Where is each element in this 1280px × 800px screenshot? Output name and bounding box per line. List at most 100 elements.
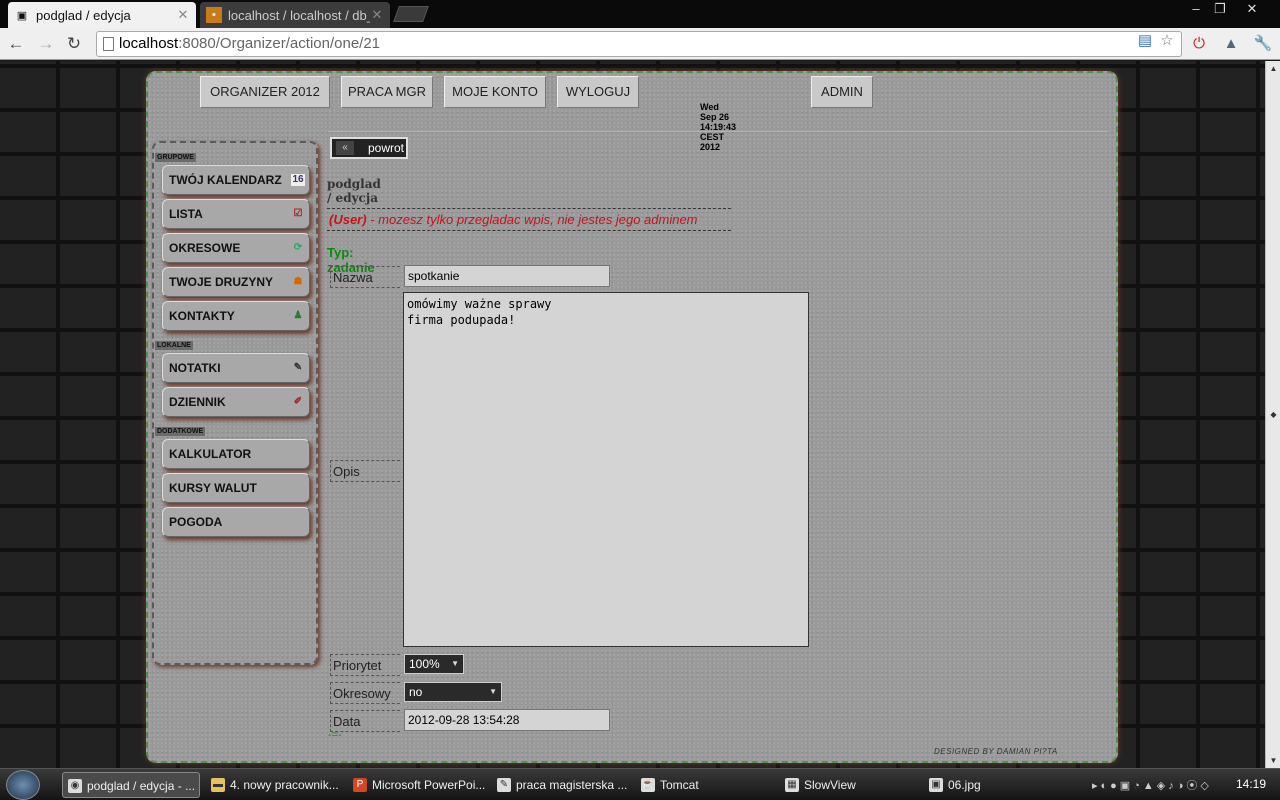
task-label: SlowView xyxy=(804,778,856,792)
sidebar-item-dziennik[interactable]: DZIENNIK ✐ xyxy=(162,387,310,417)
opis-textarea[interactable]: omówimy ważne sprawy firma podupada! xyxy=(403,292,809,647)
recurring-icon: ⟳ xyxy=(293,242,303,253)
sidebar-item-label: TWOJE DRUZYNY xyxy=(169,275,274,289)
nav-organizer-2012[interactable]: ORGANIZER 2012 xyxy=(200,76,330,108)
sidebar-item-lista[interactable]: LISTA ☑ xyxy=(162,199,310,229)
back-button[interactable]: « powrot xyxy=(330,137,408,159)
sidebar-item-pogoda[interactable]: POGODA xyxy=(162,507,310,537)
bookmark-star-icon[interactable]: ☆ xyxy=(1158,32,1176,50)
scroll-thumb-icon[interactable]: ◆ xyxy=(1266,407,1280,422)
chrome-icon: ◉ xyxy=(68,779,82,793)
tab-strip: ▣ podglad / edycja ✕ ▪ localhost / local… xyxy=(0,0,1280,28)
tab-title: localhost / localhost / db_ xyxy=(228,7,370,23)
permission-warning: (User) - mozesz tylko przegladac wpis, n… xyxy=(327,208,731,231)
taskbar-item-image[interactable]: ▣ 06.jpg xyxy=(924,772,1062,798)
nav-moje-konto[interactable]: MOJE KONTO xyxy=(444,76,546,108)
sidebar-item-label: KURSY WALUT xyxy=(169,481,257,495)
reload-icon[interactable]: ↻ xyxy=(62,32,86,56)
system-tray[interactable]: ▸◐●▣◔▲◈♪◑⦿◇ xyxy=(1092,777,1232,793)
warning-role: (User) xyxy=(329,212,367,227)
taskbar: ◉ podglad / edycja - ... ▬ 4. nowy praco… xyxy=(0,768,1280,800)
sidebar-item-label: DZIENNIK xyxy=(169,395,226,409)
sidebar: GRUPOWE TWÓJ KALENDARZ 16 LISTA ☑ OKRESO… xyxy=(152,141,318,665)
sidebar-item-label: KALKULATOR xyxy=(169,447,252,461)
sidebar-item-label: OKRESOWE xyxy=(169,241,241,255)
page-favicon-icon: ▣ xyxy=(16,9,28,22)
image-viewer-icon: ▣ xyxy=(929,778,943,792)
taskbar-item-explorer[interactable]: ▬ 4. nowy pracownik... xyxy=(206,772,344,798)
priorytet-value: 100% xyxy=(409,657,440,671)
nav-admin[interactable]: ADMIN xyxy=(811,76,873,108)
close-tab-icon[interactable]: ✕ xyxy=(370,7,384,23)
task-label: Microsoft PowerPoi... xyxy=(372,778,486,792)
taskbar-item-powerpoint[interactable]: P Microsoft PowerPoi... xyxy=(348,772,486,798)
scroll-up-icon[interactable]: ▲ xyxy=(1266,61,1280,76)
taskbar-item-chrome[interactable]: ◉ podglad / edycja - ... xyxy=(62,772,200,798)
sidebar-item-kursy-walut[interactable]: KURSY WALUT xyxy=(162,473,310,503)
diary-icon: ✐ xyxy=(293,396,303,407)
divider xyxy=(328,131,1108,132)
java-icon: ☕ xyxy=(641,778,655,792)
sidebar-item-druzyny[interactable]: TWOJE DRUZYNY ☗ xyxy=(162,267,310,297)
sidebar-item-kontakty[interactable]: KONTAKTY ♟ xyxy=(162,301,310,331)
scroll-down-icon[interactable]: ▼ xyxy=(1266,753,1280,768)
contacts-icon: ♟ xyxy=(293,310,303,321)
sidebar-item-label: NOTATKI xyxy=(169,361,221,375)
task-label: 4. nowy pracownik... xyxy=(230,778,339,792)
taskbar-item-slowview[interactable]: ▦ SlowView xyxy=(780,772,918,798)
restore-icon[interactable]: ❐ xyxy=(1208,0,1232,18)
power-extension-icon[interactable]: ⏻ xyxy=(1188,33,1210,55)
sidebar-item-kalendarz[interactable]: TWÓJ KALENDARZ 16 xyxy=(162,165,310,195)
designer-credit: DESIGNED BY DAMIAN PI?TA xyxy=(934,747,1058,756)
forward-arrow-icon[interactable]: → xyxy=(34,32,58,56)
priorytet-select[interactable]: 100% ▼ xyxy=(404,654,464,674)
extension-icon[interactable]: ▤ xyxy=(1136,32,1154,50)
sidebar-item-kalkulator[interactable]: KALKULATOR xyxy=(162,439,310,469)
address-bar[interactable]: localhost:8080/Organizer/action/one/21 xyxy=(96,31,1182,57)
taskbar-item-tomcat[interactable]: ☕ Tomcat xyxy=(636,772,774,798)
okresowy-select[interactable]: no ▼ xyxy=(404,682,502,702)
dropdown-arrow-icon: ▼ xyxy=(451,659,459,668)
powerpoint-icon: P xyxy=(353,778,367,792)
taskbar-item-praca[interactable]: ✎ praca magisterska ... xyxy=(492,772,630,798)
back-button-label: powrot xyxy=(368,141,405,155)
sidebar-item-notatki[interactable]: NOTATKI ✎ xyxy=(162,353,310,383)
wrench-menu-icon[interactable]: 🔧 xyxy=(1252,33,1274,55)
sidebar-item-label: LISTA xyxy=(169,207,203,221)
nav-wyloguj[interactable]: WYLOGUJ xyxy=(557,76,639,108)
task-label: Tomcat xyxy=(660,778,699,792)
new-tab-button[interactable] xyxy=(393,6,429,22)
sidebar-item-okresowe[interactable]: OKRESOWE ⟳ xyxy=(162,233,310,263)
section-label-dodatkowe: DODATKOWE xyxy=(155,427,206,436)
page-icon xyxy=(103,37,114,51)
sidebar-item-label: POGODA xyxy=(169,515,223,529)
field-label-okresowy: Okresowy xyxy=(330,682,400,704)
mountain-extension-icon[interactable]: ▲ xyxy=(1220,33,1242,55)
nazwa-input[interactable]: spotkanie xyxy=(404,265,610,287)
notes-pencil-icon: ✎ xyxy=(293,362,303,373)
tab-title: podglad / edycja xyxy=(36,7,131,23)
section-label-grupowe: GRUPOWE xyxy=(155,153,196,162)
back-arrow-icon[interactable]: ← xyxy=(4,32,28,56)
task-label: praca magisterska ... xyxy=(516,778,628,792)
page-viewport: ORGANIZER 2012 PRACA MGR MOJE KONTO WYLO… xyxy=(0,61,1265,768)
minimize-icon[interactable]: – xyxy=(1184,0,1208,18)
window-close-icon[interactable]: ✕ xyxy=(1240,0,1264,18)
task-label: podglad / edycja - ... xyxy=(87,779,196,793)
url-path: :8080/Organizer/action/one/21 xyxy=(178,35,381,52)
start-button[interactable] xyxy=(6,770,40,800)
browser-tab-inactive[interactable]: ▪ localhost / localhost / db_ ✕ xyxy=(200,2,390,28)
field-label-opis: Opis xyxy=(330,460,400,482)
browser-toolbar: ← → ↻ localhost:8080/Organizer/action/on… xyxy=(0,28,1280,60)
team-icon: ☗ xyxy=(293,276,303,287)
system-clock[interactable]: 14:19 xyxy=(1236,777,1266,791)
field-label-nazwa: Nazwa xyxy=(330,266,400,288)
close-tab-icon[interactable]: ✕ xyxy=(176,7,190,23)
checklist-icon: ☑ xyxy=(293,208,303,219)
vertical-scrollbar[interactable]: ▲ ◆ ▼ xyxy=(1265,61,1280,768)
nav-praca-mgr[interactable]: PRACA MGR xyxy=(341,76,433,108)
data-input[interactable]: 2012-09-28 13:54:28 xyxy=(404,709,610,731)
slowview-icon: ▦ xyxy=(785,778,799,792)
browser-tab-active[interactable]: ▣ podglad / edycja ✕ xyxy=(8,2,196,28)
document-icon: ✎ xyxy=(497,778,511,792)
